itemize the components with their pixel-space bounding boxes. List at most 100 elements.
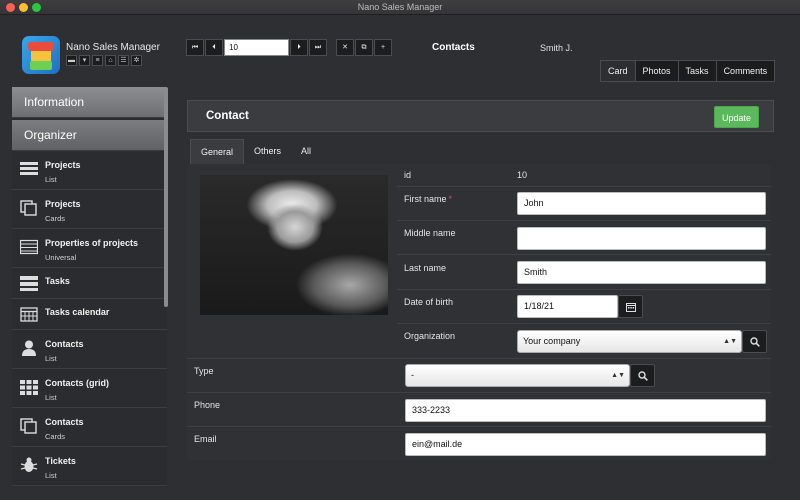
list-icon[interactable]: ☰ [118, 55, 129, 66]
row-divider [397, 323, 771, 324]
first-name-label-text: First name [404, 194, 447, 204]
calendar-picker-button[interactable] [618, 295, 643, 318]
id-label: id [404, 170, 412, 180]
table-icon [20, 239, 38, 255]
cards-icon [20, 418, 37, 434]
tab-all[interactable]: All [291, 139, 321, 164]
sidebar-item-projects-cards[interactable]: Projects Cards [12, 190, 167, 229]
delete-record-button[interactable]: ✕ [336, 39, 354, 56]
last-record-button[interactable]: ⏭ [309, 39, 327, 56]
contact-panel-header: Contact Update [187, 100, 774, 132]
sidebar-item-sub: Universal [45, 253, 77, 262]
add-record-button[interactable]: + [374, 39, 392, 56]
sidebar-item-label: Tasks [45, 276, 70, 286]
record-navigation: ⏮ ⏴ ⏵ ⏭ ✕ ⧉ + [186, 39, 393, 56]
type-select[interactable]: - ▲▼ [405, 364, 630, 387]
id-value: 10 [517, 170, 528, 180]
sidebar-item-tasks-calendar[interactable]: Tasks calendar [12, 299, 167, 330]
sidebar-section-information[interactable]: Information [12, 87, 167, 118]
middle-name-label: Middle name [404, 228, 456, 238]
sidebar-item-tickets[interactable]: Tickets List [12, 447, 167, 486]
row-divider [397, 289, 771, 290]
last-name-field[interactable]: Smith [517, 261, 766, 284]
cards-icon [20, 200, 37, 216]
prev-record-button[interactable]: ⏴ [205, 39, 223, 56]
type-label: Type [194, 366, 214, 376]
sidebar: Information Organizer Projects List Proj… [12, 87, 167, 487]
record-number-input[interactable] [224, 39, 289, 56]
sidebar-item-sub: List [45, 471, 57, 480]
required-mark: * [448, 194, 453, 204]
app-logo-icon [22, 36, 60, 74]
sidebar-item-label: Projects [45, 199, 81, 209]
tab-tasks[interactable]: Tasks [677, 60, 717, 82]
contact-photo [200, 175, 388, 315]
sidebar-item-contacts-list[interactable]: Contacts List [12, 330, 167, 369]
phone-field[interactable]: 333-2233 [405, 399, 766, 422]
tab-general[interactable]: General [190, 139, 245, 164]
select-arrows-icon: ▲▼ [611, 372, 625, 379]
type-search-button[interactable] [630, 364, 655, 387]
email-field[interactable]: ein@mail.de [405, 433, 766, 456]
grid-icon [20, 380, 38, 395]
organization-select[interactable]: Your company ▲▼ [517, 330, 742, 353]
sidebar-item-sub: Cards [45, 214, 66, 223]
email-label: Email [194, 434, 217, 444]
sidebar-item-tasks[interactable]: Tasks [12, 268, 167, 299]
app-toolbar: ▬ ▾ ≡ ⌂ ☰ ✲ [66, 55, 142, 66]
cart-icon[interactable]: ▾ [79, 55, 90, 66]
tab-others[interactable]: Others [244, 139, 291, 164]
tab-comments[interactable]: Comments [715, 60, 776, 82]
row-divider [397, 220, 771, 221]
organization-search-button[interactable] [742, 330, 767, 353]
first-record-button[interactable]: ⏮ [186, 39, 204, 56]
phone-label: Phone [194, 400, 221, 410]
tab-photos[interactable]: Photos [634, 60, 679, 82]
organization-label: Organization [404, 331, 456, 341]
doc-icon[interactable]: ≡ [92, 55, 103, 66]
window-titlebar: Nano Sales Manager [0, 0, 800, 15]
sidebar-item-label: Contacts (grid) [45, 378, 109, 388]
tab-card[interactable]: Card [600, 60, 636, 82]
calendar-icon [20, 307, 38, 322]
window-title: Nano Sales Manager [357, 2, 443, 12]
app-name: Nano Sales Manager [66, 42, 160, 53]
list-icon [20, 162, 38, 175]
type-value: - [411, 370, 414, 380]
sidebar-section-organizer[interactable]: Organizer [12, 120, 167, 151]
view-tabs: Card Photos Tasks Comments [600, 60, 776, 82]
tasks-icon [20, 276, 38, 291]
next-record-button[interactable]: ⏵ [290, 39, 308, 56]
dob-field[interactable]: 1/18/21 [517, 295, 618, 318]
sidebar-item-sub: Cards [45, 432, 66, 441]
person-icon [22, 340, 36, 356]
sidebar-item-contacts-cards[interactable]: Contacts Cards [12, 408, 167, 447]
sidebar-item-label: Tickets [45, 456, 76, 466]
search-icon [750, 337, 760, 347]
sidebar-item-label: Contacts [45, 417, 84, 427]
update-button[interactable]: Update [713, 106, 759, 128]
panel-title: Contact [206, 110, 249, 122]
calendar-icon [626, 303, 636, 312]
user-name: Smith J. [540, 43, 573, 53]
sidebar-item-label: Tasks calendar [45, 307, 110, 317]
first-name-field[interactable]: John [517, 192, 766, 215]
form-tabs: General Others All [190, 139, 321, 164]
row-divider [187, 392, 771, 393]
row-divider [187, 358, 771, 359]
sidebar-scrollbar[interactable] [164, 87, 168, 307]
truck-icon[interactable]: ▬ [66, 55, 77, 66]
sidebar-item-projects-list[interactable]: Projects List [12, 151, 167, 190]
sidebar-item-contacts-grid[interactable]: Contacts (grid) List [12, 369, 167, 408]
first-name-label: First name * [404, 194, 452, 204]
organization-value: Your company [523, 336, 581, 346]
copy-record-button[interactable]: ⧉ [355, 39, 373, 56]
sidebar-item-properties-of-projects[interactable]: Properties of projects Universal [12, 229, 167, 268]
gears-icon[interactable]: ✲ [131, 55, 142, 66]
sidebar-item-sub: List [45, 354, 57, 363]
sidebar-item-label: Contacts [45, 339, 84, 349]
row-divider [397, 254, 771, 255]
home-icon[interactable]: ⌂ [105, 55, 116, 66]
dob-label: Date of birth [404, 297, 454, 307]
middle-name-field[interactable] [517, 227, 766, 250]
